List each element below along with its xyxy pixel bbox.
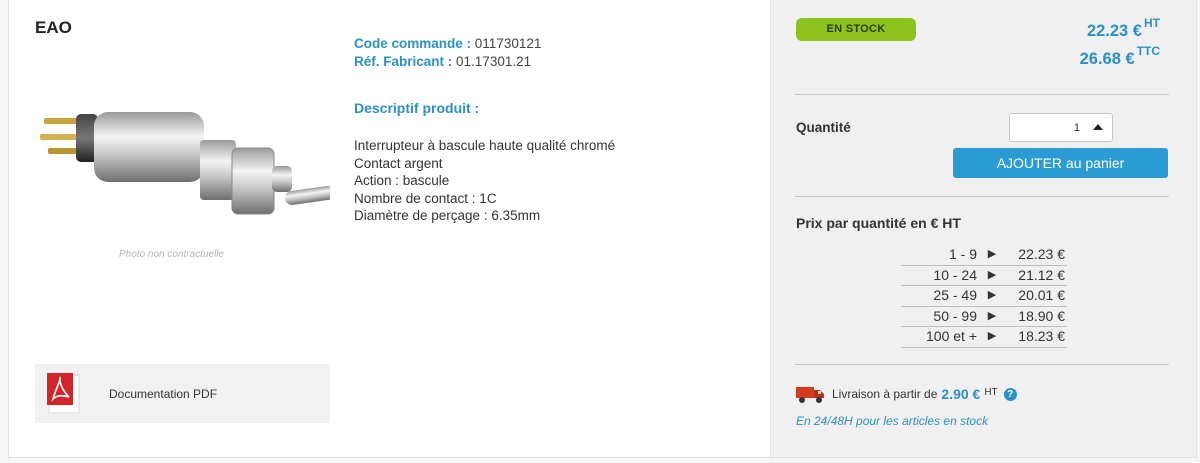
photo-disclaimer: Photo non contractuelle: [119, 249, 225, 260]
order-code-value: 011730121: [474, 36, 542, 51]
product-description: Interrupteur à bascule haute qualité chr…: [354, 137, 615, 225]
pdf-icon: [47, 372, 85, 415]
description-line: Diamètre de perçage : 6.35mm: [354, 208, 541, 223]
price-ht-suffix: HT: [1144, 16, 1160, 30]
tier-price: 18.90 €: [1018, 307, 1065, 324]
brand-name: EAO: [35, 18, 72, 37]
delivery-price: 2.90 €: [941, 386, 981, 402]
tier-range: 100 et +: [926, 328, 977, 344]
delivery-delay: En 24/48H pour les articles en stock: [796, 414, 989, 428]
tier-range: 1 - 9: [948, 246, 977, 262]
play-arrow-icon: ▶: [987, 330, 997, 342]
divider: [795, 94, 1169, 95]
delivery-info: Livraison à partir de 2.90 € HT ?: [796, 384, 1017, 404]
tier-row: 1 - 9 ▶ 22.23 €: [901, 245, 1067, 266]
divider: [795, 196, 1169, 197]
tier-pricing-title: Prix par quantité en € HT: [796, 215, 961, 231]
truck-icon: [796, 387, 824, 403]
manufacturer-ref-label: Réf. Fabricant :: [354, 54, 453, 69]
price-ttc-suffix: TTC: [1136, 44, 1160, 58]
play-arrow-icon: ▶: [987, 309, 997, 322]
tier-pricing-table: 1 - 9 ▶ 22.23 € 10 - 24 ▶ 21.12 € 25 - 4…: [901, 245, 1067, 348]
order-code-label: Code commande :: [354, 36, 472, 51]
description-line: Interrupteur à bascule haute qualité chr…: [354, 138, 616, 153]
play-arrow-icon: ▶: [987, 248, 997, 260]
tier-row: 50 - 99 ▶ 18.90 €: [901, 307, 1067, 327]
arrow-up-icon[interactable]: [1090, 119, 1106, 135]
description-title: Descriptif produit :: [354, 100, 480, 116]
play-arrow-icon: ▶: [987, 289, 997, 301]
quantity-input[interactable]: [1010, 114, 1080, 141]
product-references: Code commande : 011730121 Réf. Fabricant…: [354, 36, 541, 72]
description-line: Nombre de contact : 1C: [354, 190, 497, 206]
quantity-label: Quantité: [796, 120, 851, 135]
description-line: Contact argent: [354, 155, 443, 171]
purchase-panel: EN STOCK 22.23 €HT 26.68 €TTC Quantité A…: [770, 0, 1196, 457]
tier-row: 25 - 49 ▶ 20.01 €: [901, 286, 1067, 307]
stock-badge: EN STOCK: [796, 18, 916, 41]
product-photo: [40, 112, 330, 215]
price-ttc: 26.68 € TTC: [1079, 44, 1160, 69]
tier-range: 50 - 99: [933, 307, 977, 324]
tier-range: 25 - 49: [933, 287, 977, 303]
tier-price: 21.12 €: [1018, 266, 1065, 283]
price-ht: 22.23 € HT: [1086, 16, 1160, 41]
description-line: Action : bascule: [354, 173, 450, 188]
play-arrow-icon: ▶: [987, 268, 997, 281]
pdf-documentation-link[interactable]: Documentation PDF: [35, 364, 330, 423]
quantity-stepper: [1009, 113, 1113, 142]
tier-price: 18.23 €: [1018, 328, 1065, 344]
pdf-documentation-label: Documentation PDF: [109, 386, 218, 401]
tier-range: 10 - 24: [933, 266, 977, 283]
order-code-row: Code commande : 011730121: [354, 36, 541, 51]
add-to-cart-button[interactable]: AJOUTER au panier: [953, 148, 1168, 178]
price-ht-value: 22.23 €: [1086, 22, 1142, 40]
tier-row: 100 et + ▶ 18.23 €: [901, 327, 1067, 348]
price-ttc-value: 26.68 €: [1079, 50, 1135, 68]
delivery-price-suffix: HT: [984, 386, 998, 398]
tier-price: 22.23 €: [1018, 246, 1065, 262]
tier-row: 10 - 24 ▶ 21.12 €: [901, 266, 1067, 286]
delivery-text: Livraison à partir de: [832, 387, 938, 401]
tier-price: 20.01 €: [1018, 287, 1065, 303]
divider: [795, 364, 1169, 365]
manufacturer-ref-row: Réf. Fabricant : 01.17301.21: [354, 54, 541, 69]
manufacturer-ref-value: 01.17301.21: [456, 54, 532, 69]
help-icon[interactable]: ?: [1003, 387, 1017, 401]
